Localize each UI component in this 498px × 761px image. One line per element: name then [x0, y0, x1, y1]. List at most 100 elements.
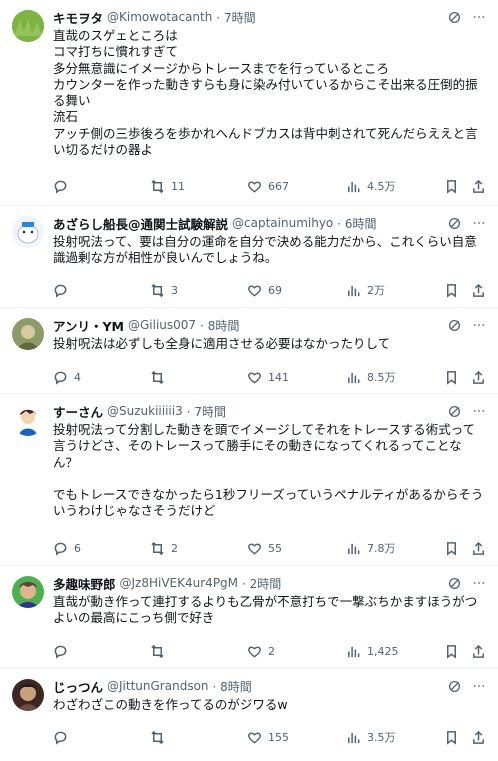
view-count: 2万	[367, 284, 385, 297]
reply-count: 6	[74, 541, 81, 555]
avatar[interactable]	[12, 404, 44, 436]
views-button[interactable]: 4.5万	[346, 177, 396, 195]
repost-button[interactable]: 3	[150, 281, 178, 299]
grok-icon[interactable]	[448, 577, 461, 590]
timestamp[interactable]: · 8時間	[213, 678, 252, 695]
more-options-icon[interactable]	[472, 10, 486, 24]
like-count: 667	[268, 179, 289, 193]
tweet[interactable]: あざらし船長@通関士試験解説 @captainumihyo · 6時間 投射呪法…	[0, 206, 498, 308]
like-button[interactable]: 69	[247, 281, 282, 299]
more-options-icon[interactable]	[472, 216, 486, 230]
action-bar: 4 141 8.5万	[53, 368, 486, 386]
share-button[interactable]	[471, 539, 486, 557]
timestamp[interactable]: · 2時間	[242, 575, 281, 592]
like-button[interactable]: 667	[247, 177, 289, 195]
repost-count: 11	[171, 179, 185, 193]
avatar[interactable]	[12, 216, 44, 248]
timestamp[interactable]: · 6時間	[337, 215, 376, 232]
like-count: 141	[268, 370, 289, 384]
bookmark-button[interactable]	[444, 281, 459, 299]
tweet[interactable]: アンリ・YM @Gilius007 · 8時間 投射呪法は必ずしも全身に適用させ…	[0, 308, 498, 394]
user-handle[interactable]: @Gilius007	[128, 318, 196, 332]
avatar[interactable]	[12, 10, 44, 42]
grok-icon[interactable]	[448, 217, 461, 230]
more-options-icon[interactable]	[472, 576, 486, 590]
like-count: 155	[268, 730, 289, 744]
grok-icon[interactable]	[448, 680, 461, 693]
reply-button[interactable]	[53, 177, 74, 195]
bookmark-button[interactable]	[444, 539, 459, 557]
reply-button[interactable]	[53, 642, 74, 660]
like-button[interactable]: 155	[247, 728, 289, 746]
view-count: 4.5万	[367, 180, 396, 193]
display-name[interactable]: じっつん	[53, 677, 103, 696]
display-name[interactable]: キモヲタ	[53, 8, 103, 27]
reply-button[interactable]	[53, 728, 74, 746]
timestamp[interactable]: · 7時間	[187, 403, 226, 420]
user-handle[interactable]: @captainumihyo	[232, 216, 333, 230]
more-options-icon[interactable]	[472, 404, 486, 418]
tweet[interactable]: 多趣味野郎 @Jz8HiVEK4ur4PgM · 2時間 直哉が動き作って連打す…	[0, 566, 498, 669]
bookmark-button[interactable]	[444, 642, 459, 660]
action-bar: 155 3.5万	[53, 728, 486, 746]
reply-button[interactable]	[53, 281, 74, 299]
tweet-text: 投射呪法って、要は自分の運命を自分で決める能力だから、これくらい自意識過剰な方が…	[53, 234, 477, 266]
avatar[interactable]	[12, 318, 44, 350]
like-button[interactable]: 2	[247, 642, 275, 660]
bookmark-button[interactable]	[444, 177, 459, 195]
reply-button[interactable]: 6	[53, 539, 81, 557]
repost-button[interactable]	[150, 368, 171, 386]
repost-button[interactable]: 11	[150, 177, 185, 195]
view-count: 8.5万	[367, 371, 396, 384]
share-button[interactable]	[471, 368, 486, 386]
grok-icon[interactable]	[448, 11, 461, 24]
views-button[interactable]: 3.5万	[346, 728, 396, 746]
action-bar: 11 667 4.5万	[53, 177, 486, 195]
tweet[interactable]: キモヲタ @Kimowotacanth · 7時間 直哉のスゲェところは コマ打…	[0, 0, 498, 206]
repost-button[interactable]	[150, 728, 171, 746]
share-button[interactable]	[471, 281, 486, 299]
views-button[interactable]: 1,425	[346, 642, 399, 660]
like-button[interactable]: 55	[247, 539, 282, 557]
tweet[interactable]: すーさん @Suzukiiiiii3 · 7時間 投射呪法って分割した動きを頭で…	[0, 394, 498, 566]
like-button[interactable]: 141	[247, 368, 289, 386]
user-handle[interactable]: @Jz8HiVEK4ur4PgM	[120, 576, 239, 590]
repost-count: 2	[171, 541, 178, 555]
user-handle[interactable]: @Kimowotacanth	[107, 10, 212, 24]
tweet[interactable]: じっつん @JittunGrandson · 8時間 わざわざこの動きを作ってる…	[0, 669, 498, 761]
repost-count: 3	[171, 283, 178, 297]
share-button[interactable]	[471, 728, 486, 746]
user-handle[interactable]: @JittunGrandson	[107, 679, 209, 693]
reply-count: 4	[74, 370, 81, 384]
share-button[interactable]	[471, 177, 486, 195]
timestamp[interactable]: · 8時間	[200, 317, 239, 334]
more-options-icon[interactable]	[472, 318, 486, 332]
more-options-icon[interactable]	[472, 679, 486, 693]
grok-icon[interactable]	[448, 319, 461, 332]
like-count: 55	[268, 541, 282, 555]
display-name[interactable]: 多趣味野郎	[53, 574, 116, 593]
bookmark-button[interactable]	[444, 728, 459, 746]
display-name[interactable]: あざらし船長@通関士試験解説	[53, 214, 228, 233]
avatar[interactable]	[12, 679, 44, 711]
repost-button[interactable]: 2	[150, 539, 178, 557]
views-button[interactable]: 2万	[346, 281, 385, 299]
timestamp[interactable]: · 7時間	[216, 9, 255, 26]
avatar[interactable]	[12, 576, 44, 608]
like-count: 69	[268, 283, 282, 297]
tweet-text: 投射呪法は必ずしも全身に適用させる必要はなかったりして	[53, 336, 391, 351]
reply-button[interactable]: 4	[53, 368, 81, 386]
user-handle[interactable]: @Suzukiiiiii3	[107, 404, 183, 418]
display-name[interactable]: すーさん	[53, 402, 103, 421]
bookmark-button[interactable]	[444, 368, 459, 386]
action-bar: 6 2 55 7.8万	[53, 539, 486, 557]
share-button[interactable]	[471, 642, 486, 660]
view-count: 1,425	[367, 644, 399, 658]
action-bar: 3 69 2万	[53, 281, 486, 299]
views-button[interactable]: 7.8万	[346, 539, 396, 557]
tweet-text: 直哉が動き作って連打するよりも乙骨が不意打ちで一撃ぶちかますほうがつよいの最高に…	[53, 594, 478, 626]
grok-icon[interactable]	[448, 405, 461, 418]
repost-button[interactable]	[150, 642, 171, 660]
display-name[interactable]: アンリ・YM	[53, 316, 124, 335]
views-button[interactable]: 8.5万	[346, 368, 396, 386]
